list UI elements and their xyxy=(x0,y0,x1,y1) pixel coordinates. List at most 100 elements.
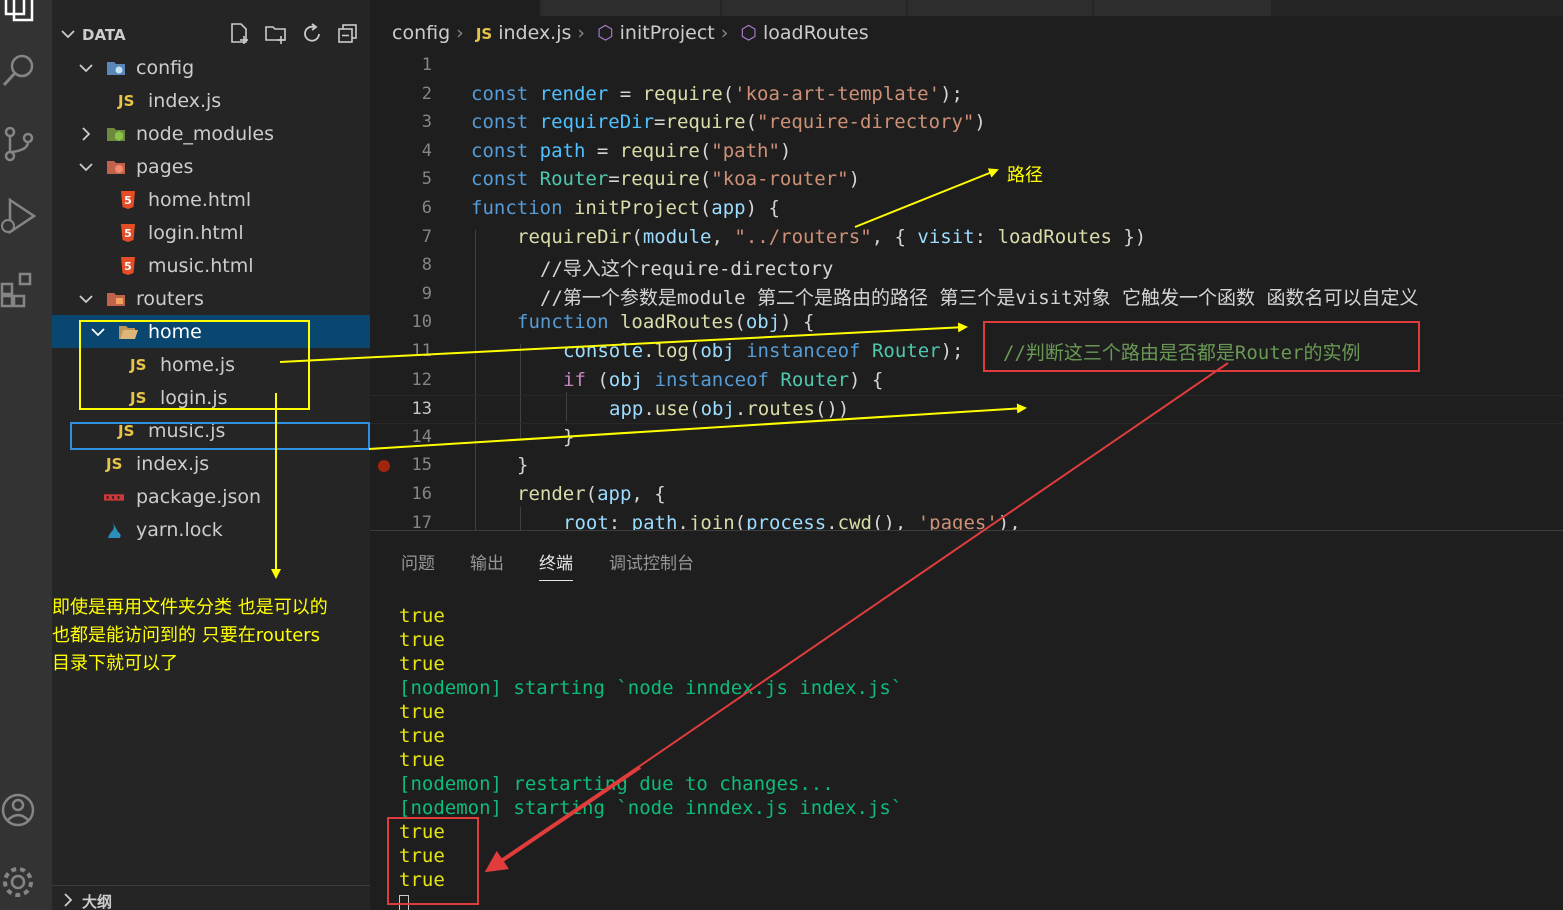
line-number: 8 xyxy=(421,255,432,276)
line-number: 15 xyxy=(411,455,432,476)
line-number: 7 xyxy=(421,226,432,247)
terminal-line: [nodemon] starting `node inndex.js index… xyxy=(399,797,903,819)
breadcrumb-symbol[interactable]: loadRoutes xyxy=(763,22,869,44)
account-icon[interactable] xyxy=(0,790,40,830)
editor-tab[interactable] xyxy=(908,0,1093,16)
code-token: } xyxy=(517,454,529,477)
terminal-line: true xyxy=(399,821,445,843)
refresh-icon[interactable] xyxy=(300,22,324,46)
code-line: 11 console.log(obj instanceof Router); xyxy=(370,338,1563,367)
collapse-all-icon[interactable] xyxy=(336,22,360,46)
tree-label: home xyxy=(148,321,202,343)
explorer-section-header[interactable]: DATA xyxy=(52,20,370,50)
code-token: ()) xyxy=(814,398,850,421)
tree-folder-config[interactable]: config xyxy=(52,51,370,84)
folder-routers-icon xyxy=(107,293,125,306)
tree-file-config-index-js[interactable]: JS index.js xyxy=(52,84,370,117)
annotation-path-label: 路径 xyxy=(1007,165,1043,186)
outline-section-header[interactable]: 大纲 xyxy=(52,885,370,910)
tree-file-home-js[interactable]: JS home.js xyxy=(52,348,370,381)
tree-folder-home[interactable]: home xyxy=(52,315,370,348)
tree-file-home-html[interactable]: 5 home.html xyxy=(52,183,370,216)
code-line: 1 xyxy=(370,52,1563,81)
bottom-panel: 问题 输出 终端 调试控制台 true true true [nodemon] sta… xyxy=(370,530,1563,910)
breadcrumb-file[interactable]: index.js xyxy=(498,22,571,44)
code-token: render xyxy=(539,82,609,105)
chevron-down-icon xyxy=(79,64,93,73)
code-line: 10 function loadRoutes(obj) { xyxy=(370,309,1563,338)
run-debug-icon[interactable] xyxy=(0,196,40,236)
code-token: use xyxy=(654,398,690,421)
code-token: requireDir xyxy=(539,111,655,134)
explorer-title: DATA xyxy=(82,26,126,44)
chevron-down-icon xyxy=(91,328,105,337)
code-line: 12 if (obj instanceof Router) { xyxy=(370,367,1563,396)
code-area[interactable]: 1 2 const render = require('koa-art-temp… xyxy=(370,52,1563,530)
code-line: 3 const requireDir=require("require-dire… xyxy=(370,109,1563,138)
code-token: ) xyxy=(974,111,986,134)
extensions-icon[interactable] xyxy=(0,270,40,310)
code-token: app xyxy=(711,197,746,219)
code-token: obj xyxy=(700,398,735,421)
new-file-icon[interactable] xyxy=(228,22,252,46)
code-line: 16 render(app, { xyxy=(370,481,1563,510)
folder-open-icon xyxy=(119,326,138,339)
code-line: 15 } xyxy=(370,452,1563,481)
terminal-line: true xyxy=(399,653,445,675)
code-token: process xyxy=(746,511,827,530)
tree-file-package-json[interactable]: package.json xyxy=(52,480,370,513)
chevron-right-icon: › xyxy=(577,22,586,44)
folder-config-icon xyxy=(107,62,125,75)
tree-folder-routers[interactable]: routers xyxy=(52,282,370,315)
code-token: instanceof xyxy=(746,340,861,362)
code-token: 'koa-art-template' xyxy=(734,82,941,105)
tree-file-music-js[interactable]: JS music.js xyxy=(52,414,370,447)
editor-tab[interactable] xyxy=(541,0,721,16)
code-token: app xyxy=(609,398,644,421)
code-token: = xyxy=(654,111,666,134)
line-number: 10 xyxy=(411,312,432,333)
chevron-right-icon: › xyxy=(456,22,464,44)
tree-file-login-js[interactable]: JS login.js xyxy=(52,381,370,414)
annotation-folder-note-line: 也都是能访问到的 只要在routers xyxy=(52,625,321,646)
chevron-down-icon xyxy=(79,163,93,172)
code-token: const xyxy=(471,111,529,134)
code-token: loadRoutes xyxy=(997,225,1112,248)
tree-file-index-js[interactable]: JS index.js xyxy=(52,447,370,480)
new-folder-icon[interactable] xyxy=(264,22,288,46)
code-token: "path" xyxy=(711,139,780,162)
tree-folder-pages[interactable]: pages xyxy=(52,150,370,183)
terminal-line: [nodemon] restarting due to changes... xyxy=(399,773,834,795)
tree-file-yarn-lock[interactable]: yarn.lock xyxy=(52,513,370,546)
code-token: ), xyxy=(997,511,1021,530)
code-token: "koa-router" xyxy=(711,168,849,191)
editor-tab[interactable] xyxy=(722,0,907,16)
code-token: ) { xyxy=(849,368,884,391)
breadcrumb-folder[interactable]: config xyxy=(392,22,450,44)
settings-gear-icon[interactable] xyxy=(0,862,40,902)
html-file-icon: 5 xyxy=(121,191,135,209)
explorer-sidebar: DATA config JS index.js node_modules pag… xyxy=(52,0,370,910)
code-token: app xyxy=(597,483,632,505)
tree-file-login-html[interactable]: 5 login.html xyxy=(52,216,370,249)
tree-folder-node-modules[interactable]: node_modules xyxy=(52,117,370,150)
code-token: const xyxy=(471,139,529,162)
source-control-icon[interactable] xyxy=(0,124,40,164)
line-number: 4 xyxy=(421,140,432,161)
explorer-icon[interactable] xyxy=(0,0,40,26)
code-token: ); xyxy=(940,82,963,105)
tree-label: routers xyxy=(136,288,204,310)
breadcrumb: config › JS index.js › ⬡ initProject › ⬡ loadR… xyxy=(392,22,875,48)
code-token: 'pages' xyxy=(917,511,998,530)
annotation-folder-note-line: 即使是再用文件夹分类 也是可以的 xyxy=(52,597,328,618)
tree-label: pages xyxy=(136,156,194,178)
js-file-icon: JS xyxy=(130,389,147,407)
editor-tab[interactable] xyxy=(1094,0,1272,16)
code-token: ) { xyxy=(780,311,815,334)
breadcrumb-symbol[interactable]: initProject xyxy=(620,22,715,44)
tree-label: login.html xyxy=(148,222,244,244)
tree-file-music-html[interactable]: 5 music.html xyxy=(52,249,370,282)
terminal-output[interactable]: true true true [nodemon] starting `node inn… xyxy=(370,531,1563,910)
editor-tab[interactable] xyxy=(370,0,540,16)
search-icon[interactable] xyxy=(0,50,40,90)
